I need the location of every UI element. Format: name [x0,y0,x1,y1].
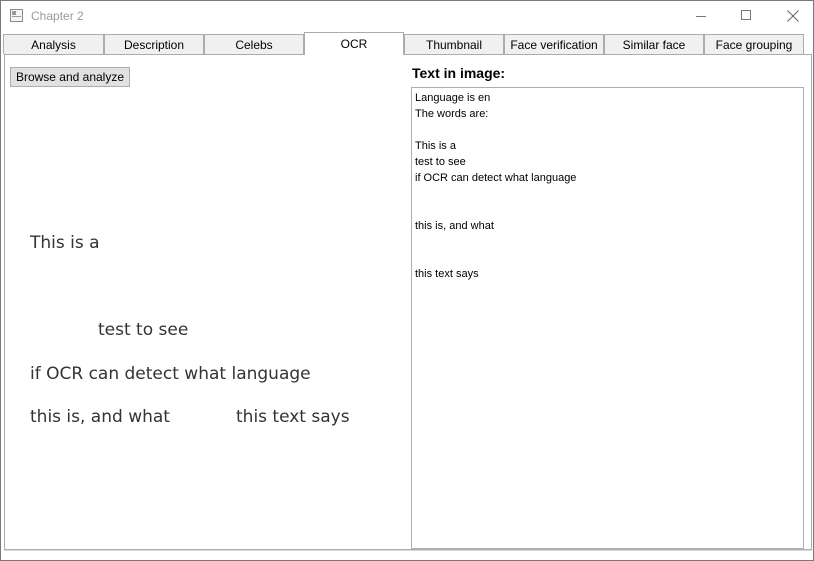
tab-similar-face[interactable]: Similar face [604,34,704,54]
tab-ocr[interactable]: OCR [304,32,404,55]
tab-description[interactable]: Description [104,34,204,54]
image-text-line: this text says [236,407,350,427]
analyzed-image: This is a test to see if OCR can detect … [9,91,407,546]
result-label: Text in image: [412,65,506,81]
window-icon [10,9,23,22]
tab-face-grouping[interactable]: Face grouping [704,34,804,54]
image-text-line: if OCR can detect what language [30,364,311,384]
maximize-button[interactable] [724,1,770,32]
minimize-button[interactable] [678,1,724,32]
tab-face-verification[interactable]: Face verification [504,34,604,54]
image-text-line: This is a [30,233,100,253]
window-title: Chapter 2 [31,9,84,23]
bottom-divider [4,550,812,551]
image-text-line: this is, and what [30,407,170,427]
close-button[interactable] [770,1,814,32]
tab-analysis[interactable]: Analysis [3,34,104,54]
tab-celebs[interactable]: Celebs [204,34,304,54]
app-window: Chapter 2 Analysis Description Celebs OC… [0,0,814,561]
browse-and-analyze-button[interactable]: Browse and analyze [10,67,130,87]
close-icon [787,10,799,22]
title-bar: Chapter 2 [1,1,813,32]
ocr-result-textbox[interactable]: Language is en The words are: This is a … [411,87,804,549]
tab-thumbnail[interactable]: Thumbnail [404,34,504,54]
image-text-line: test to see [98,320,189,340]
